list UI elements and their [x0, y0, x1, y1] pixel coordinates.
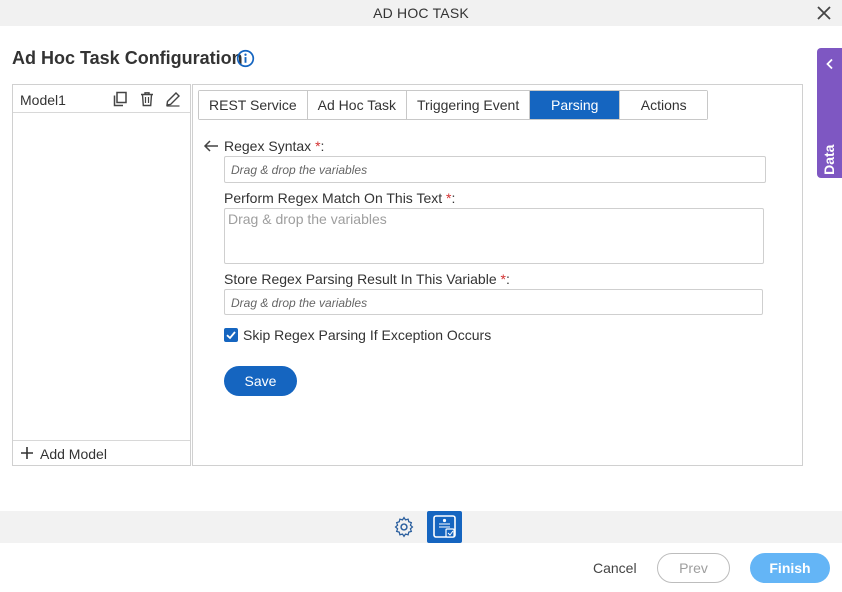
- info-icon[interactable]: [236, 49, 255, 68]
- gear-icon[interactable]: [393, 516, 415, 538]
- web-service-icon: [433, 515, 456, 538]
- back-arrow-icon[interactable]: [203, 139, 219, 153]
- regex-syntax-placeholder: Drag & drop the variables: [231, 163, 368, 177]
- cancel-button[interactable]: Cancel: [593, 560, 637, 576]
- chevron-left-icon: [826, 58, 833, 70]
- window-title: AD HOC TASK: [373, 5, 469, 21]
- finish-button[interactable]: Finish: [750, 553, 830, 583]
- add-model-label: Add Model: [40, 446, 107, 462]
- plus-icon: [21, 447, 33, 459]
- save-button[interactable]: Save: [224, 366, 297, 396]
- store-result-placeholder: Drag & drop the variables: [231, 296, 368, 310]
- app-data-label: App Data: [821, 144, 837, 206]
- store-result-label: Store Regex Parsing Result In This Varia…: [224, 271, 510, 287]
- store-result-input[interactable]: Drag & drop the variables: [224, 289, 763, 315]
- copy-icon[interactable]: [112, 91, 128, 107]
- tab-bar: REST Service Ad Hoc Task Triggering Even…: [198, 90, 709, 120]
- integration-platform-button[interactable]: [427, 511, 462, 543]
- match-text-textarea[interactable]: Drag & drop the variables: [224, 208, 764, 264]
- bottom-toolbar: [0, 511, 842, 543]
- match-text-placeholder: Drag & drop the variables: [228, 211, 387, 227]
- match-text-label: Perform Regex Match On This Text *:: [224, 190, 456, 206]
- regex-syntax-input[interactable]: Drag & drop the variables: [224, 156, 766, 183]
- tab-ad-hoc-task[interactable]: Ad Hoc Task: [307, 91, 408, 119]
- title-bar: AD HOC TASK: [0, 0, 842, 26]
- model-name: Model1: [20, 92, 66, 108]
- app-data-tab[interactable]: App Data: [817, 48, 842, 206]
- prev-button[interactable]: Prev: [657, 553, 730, 583]
- tab-parsing[interactable]: Parsing: [530, 91, 621, 119]
- tab-triggering-event[interactable]: Triggering Event: [407, 91, 531, 119]
- regex-syntax-label: Regex Syntax *:: [224, 138, 325, 154]
- checkmark-icon: [226, 331, 236, 340]
- model-list-panel: Model1 Add Model: [12, 84, 191, 466]
- page-title: Ad Hoc Task Configuration: [12, 48, 243, 68]
- skip-exception-label: Skip Regex Parsing If Exception Occurs: [243, 327, 492, 343]
- edit-icon[interactable]: [165, 91, 181, 107]
- tab-rest-service[interactable]: REST Service: [199, 91, 308, 119]
- add-model-button[interactable]: Add Model: [13, 440, 190, 465]
- tab-actions[interactable]: Actions: [620, 91, 708, 119]
- model-list-item[interactable]: Model1: [13, 85, 190, 113]
- skip-exception-checkbox[interactable]: [224, 328, 238, 342]
- delete-icon[interactable]: [139, 91, 155, 107]
- close-icon[interactable]: [814, 3, 834, 23]
